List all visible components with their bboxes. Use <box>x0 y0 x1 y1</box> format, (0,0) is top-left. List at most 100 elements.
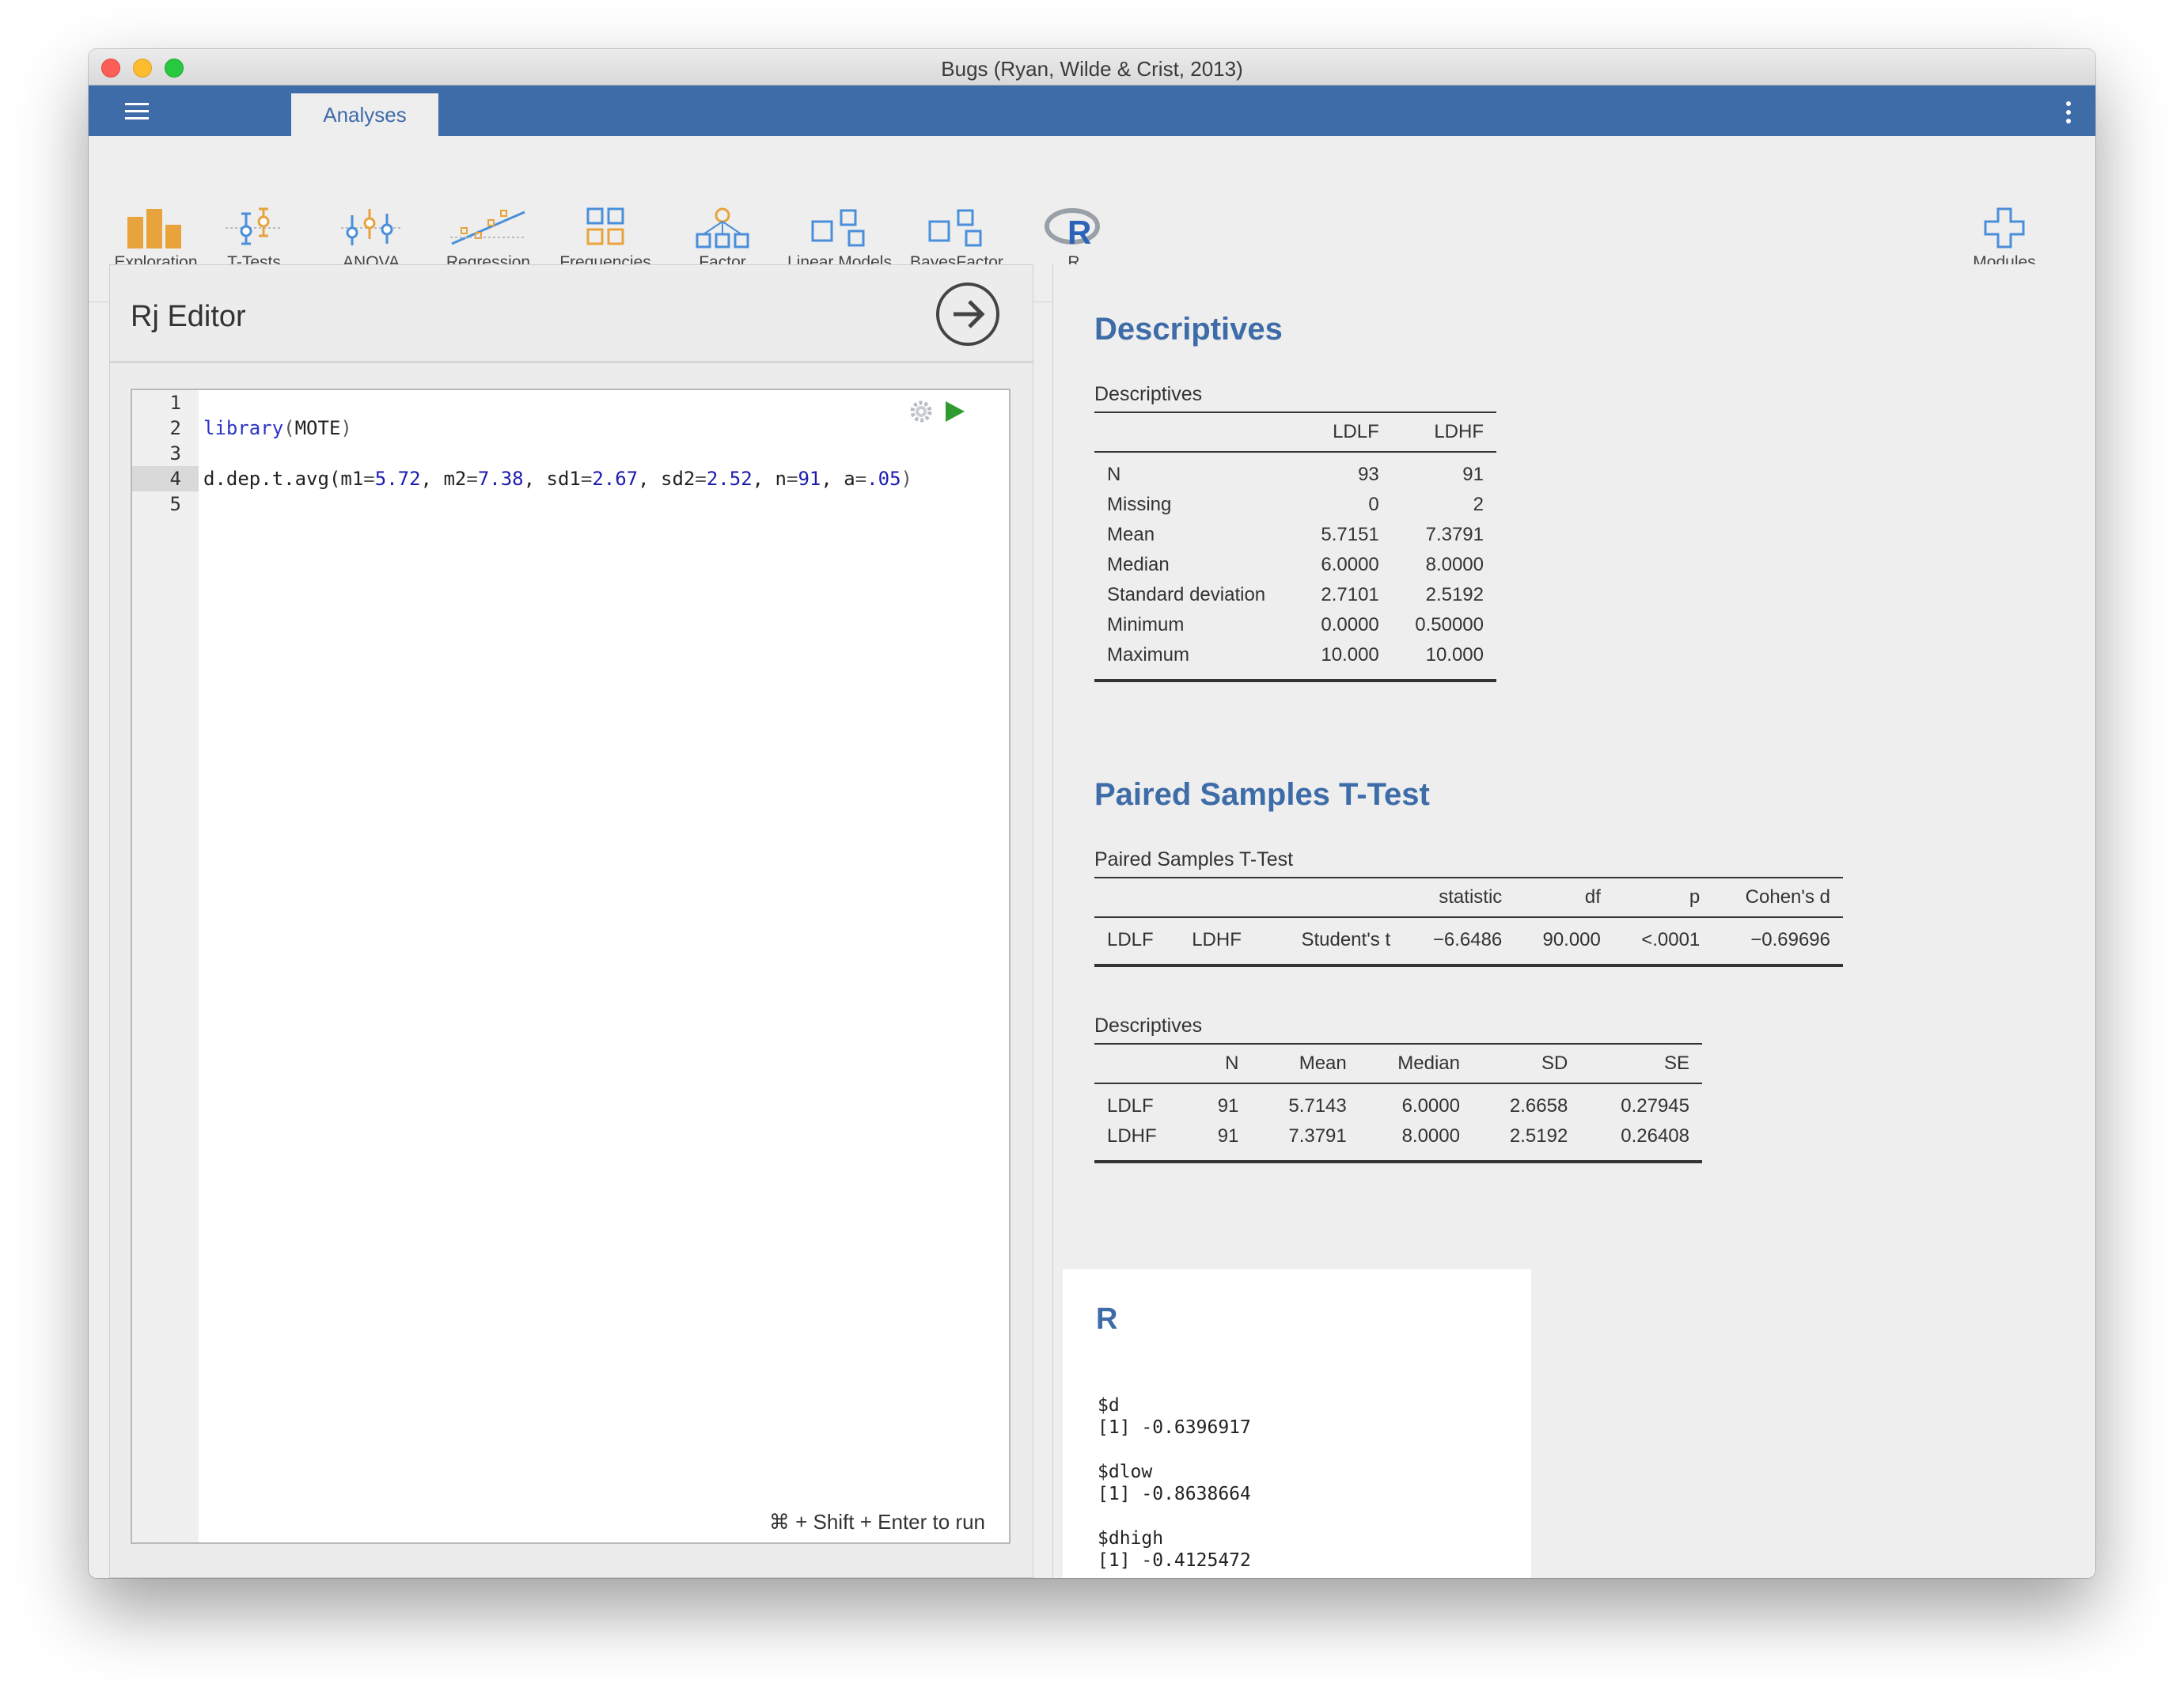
regression-icon <box>450 210 526 245</box>
code-param: m1 <box>340 468 364 490</box>
table-cell: LDLF <box>1094 917 1180 967</box>
more-options-icon[interactable] <box>2065 101 2072 123</box>
table-row: LDLF LDHF Student's t −6.6486 90.000 <.0… <box>1094 917 1843 967</box>
ribbon-factor-button[interactable]: Factor <box>655 207 790 272</box>
code-number: 7.38 <box>477 468 524 490</box>
table-cell: 91 <box>1191 1121 1252 1163</box>
ribbon-r-button[interactable]: R R <box>1007 207 1141 272</box>
descriptives-table: LDLF LDHF N 93 91 Missing 0 2 Mean 5.7151 7.37… <box>1094 412 1496 682</box>
table-row: Missing 0 2 <box>1094 490 1496 520</box>
table-cell: 10.000 <box>1391 640 1496 682</box>
table-header: SD <box>1472 1043 1581 1084</box>
table-cell: Student's t <box>1268 917 1404 967</box>
line-number: 1 <box>169 392 181 414</box>
table-cell: 0.0000 <box>1321 614 1379 635</box>
table-row: Standard deviation 2.7101 2.5192 <box>1094 580 1496 610</box>
ribbon-modules-button[interactable]: Modules <box>1937 207 2072 272</box>
code-number: 91 <box>798 468 821 490</box>
table-cell: 2.6658 <box>1509 1095 1568 1117</box>
paired-ttest-table: statistic df p Cohen's d LDLF LDHF Stude… <box>1094 877 1843 967</box>
table-cell: 5.7151 <box>1321 524 1379 545</box>
gear-icon[interactable] <box>908 398 935 425</box>
r-console-output: $d [1] -0.6396917 $dlow [1] -0.8638664 $… <box>1098 1395 1251 1571</box>
code-line-2[interactable]: library(MOTE) <box>199 415 1009 441</box>
table-cell: 2.5192 <box>1472 1121 1581 1163</box>
table-cell: Median <box>1107 554 1170 575</box>
table-cell: 7.3791 <box>1251 1121 1359 1163</box>
table-cell: 7.3791 <box>1425 524 1484 545</box>
code-paren: ) <box>340 417 352 439</box>
r-logo-icon: R <box>1045 208 1100 248</box>
app-window: Bugs (Ryan, Wilde & Crist, 2013) Data An… <box>89 49 2095 1578</box>
r-output-heading: R <box>1096 1303 1118 1336</box>
code-number: 5.72 <box>374 468 421 490</box>
code-number: .05 <box>866 468 901 490</box>
table-cell: 0.26408 <box>1580 1121 1702 1163</box>
code-editor[interactable]: 1 2 3 4 5 library(MOTE) d.dep.t.avg(m1=5… <box>131 389 1010 1544</box>
table-header: LDLF <box>1299 412 1392 453</box>
ribbon-linear-models-button[interactable]: Linear Models <box>772 207 907 272</box>
table-cell: 6.0000 <box>1401 1095 1460 1117</box>
bayesfactor-icon <box>928 209 982 247</box>
code-param: m2 <box>443 468 467 490</box>
code-param: sd1 <box>546 468 581 490</box>
ribbon-ttests-button[interactable]: T-Tests <box>187 207 321 272</box>
table-header: df <box>1515 877 1613 918</box>
code-line-5[interactable] <box>199 491 1009 517</box>
table-cell: −0.69696 <box>1712 917 1843 967</box>
code-number: 2.52 <box>706 468 753 490</box>
table-cell: Mean <box>1107 524 1155 545</box>
code-lines[interactable]: library(MOTE) d.dep.t.avg(m1=5.72, m2=7.… <box>199 390 1009 517</box>
table-cell: 90.000 <box>1515 917 1613 967</box>
descriptives-heading: Descriptives <box>1094 312 1283 347</box>
rj-editor-panel: Rj Editor 1 2 3 4 5 library(MOTE) d.dep. <box>109 264 1033 1578</box>
table-row: Maximum 10.000 10.000 <box>1094 640 1496 682</box>
table-cell: 0 <box>1368 494 1379 515</box>
code-line-1[interactable] <box>199 390 1009 415</box>
code-paren: ( <box>283 417 295 439</box>
code-param: sd2 <box>661 468 696 490</box>
table-cell: LDHF <box>1094 1121 1192 1163</box>
title-bar[interactable]: Bugs (Ryan, Wilde & Crist, 2013) <box>89 49 2095 85</box>
table-header <box>1179 877 1268 918</box>
code-param: a <box>844 468 855 490</box>
table-header: Median <box>1359 1043 1473 1084</box>
line-number: 3 <box>169 442 181 465</box>
ribbon-bayesfactor-button[interactable]: BayesFactor <box>889 207 1024 272</box>
line-number: 2 <box>169 417 181 439</box>
apply-arrow-button[interactable] <box>936 283 999 346</box>
table-cell: Missing <box>1107 494 1172 515</box>
code-line-4[interactable]: d.dep.t.avg(m1=5.72, m2=7.38, sd1=2.67, … <box>199 466 1009 491</box>
run-code-play-icon[interactable] <box>946 401 965 422</box>
factor-icon <box>696 207 749 248</box>
ribbon-frequencies-button[interactable]: Frequencies <box>538 207 673 272</box>
r-output-box: R $d [1] -0.6396917 $dlow [1] -0.8638664… <box>1063 1269 1531 1578</box>
table-cell: 2.5192 <box>1425 584 1484 605</box>
table-header: N <box>1191 1043 1252 1084</box>
ttest-descriptives-table: N Mean Median SD SE LDLF 91 5.7143 6.000… <box>1094 1043 1702 1163</box>
table-cell: LDLF <box>1107 1095 1154 1117</box>
table-header-row: N Mean Median SD SE <box>1094 1043 1702 1084</box>
code-param: n <box>775 468 787 490</box>
hamburger-menu-icon[interactable] <box>125 103 149 120</box>
svg-text:R: R <box>1067 214 1091 248</box>
table-header-row: LDLF LDHF <box>1094 412 1496 453</box>
t-tests-icon <box>226 207 282 245</box>
tab-analyses[interactable]: Analyses <box>291 93 438 138</box>
code-line-3[interactable] <box>199 441 1009 466</box>
code-function: library <box>203 417 284 439</box>
anova-icon <box>341 209 401 245</box>
line-number-active: 4 <box>132 466 199 491</box>
results-panel: Descriptives Descriptives LDLF LDHF N 93 9… <box>1052 264 2095 1578</box>
table-header <box>1094 1043 1192 1084</box>
table-header <box>1094 412 1299 453</box>
table-cell: LDHF <box>1179 917 1268 967</box>
table-row: Minimum 0.0000 0.50000 <box>1094 610 1496 640</box>
line-number-gutter: 1 2 3 4 5 <box>132 390 199 1542</box>
ribbon-regression-button[interactable]: Regression <box>421 207 555 272</box>
ribbon-anova-button[interactable]: ANOVA <box>304 207 438 272</box>
table-cell: −6.6486 <box>1403 917 1515 967</box>
plus-icon <box>1984 207 2025 248</box>
table-header: statistic <box>1403 877 1515 918</box>
code-call: d.dep.t.avg( <box>203 468 341 490</box>
